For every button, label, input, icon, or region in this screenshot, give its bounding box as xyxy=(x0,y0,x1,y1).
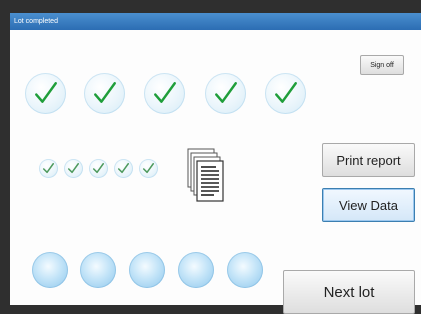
large-check-bubble xyxy=(25,73,66,114)
pending-orb xyxy=(129,252,165,288)
pending-orb xyxy=(178,252,214,288)
lot-completed-window: Lot completed Sign off Print report View… xyxy=(10,13,421,314)
check-icon xyxy=(92,162,105,174)
small-check-bubble xyxy=(64,159,83,178)
check-icon xyxy=(154,82,176,103)
next-lot-button[interactable]: Next lot xyxy=(283,270,415,314)
large-check-bubble xyxy=(265,73,306,114)
check-icon xyxy=(142,162,155,174)
small-check-bubble xyxy=(39,159,58,178)
check-icon xyxy=(215,82,237,103)
sign-off-button[interactable]: Sign off xyxy=(360,55,404,75)
print-report-button[interactable]: Print report xyxy=(322,143,415,177)
check-icon xyxy=(94,82,116,103)
view-data-button[interactable]: View Data xyxy=(322,188,415,222)
small-check-bubble xyxy=(114,159,133,178)
check-icon xyxy=(117,162,130,174)
check-icon xyxy=(42,162,55,174)
window-content: Sign off Print report View Data Next lot xyxy=(10,30,421,314)
large-check-bubble xyxy=(144,73,185,114)
check-icon xyxy=(35,82,57,103)
check-icon xyxy=(275,82,297,103)
window-title: Lot completed xyxy=(10,13,421,30)
pending-orb xyxy=(80,252,116,288)
large-check-bubble xyxy=(84,73,125,114)
document-stack-icon xyxy=(187,148,224,202)
small-check-bubble xyxy=(89,159,108,178)
pending-orb xyxy=(227,252,263,288)
small-check-bubble xyxy=(139,159,158,178)
large-check-bubble xyxy=(205,73,246,114)
check-icon xyxy=(67,162,80,174)
pending-orb xyxy=(32,252,68,288)
